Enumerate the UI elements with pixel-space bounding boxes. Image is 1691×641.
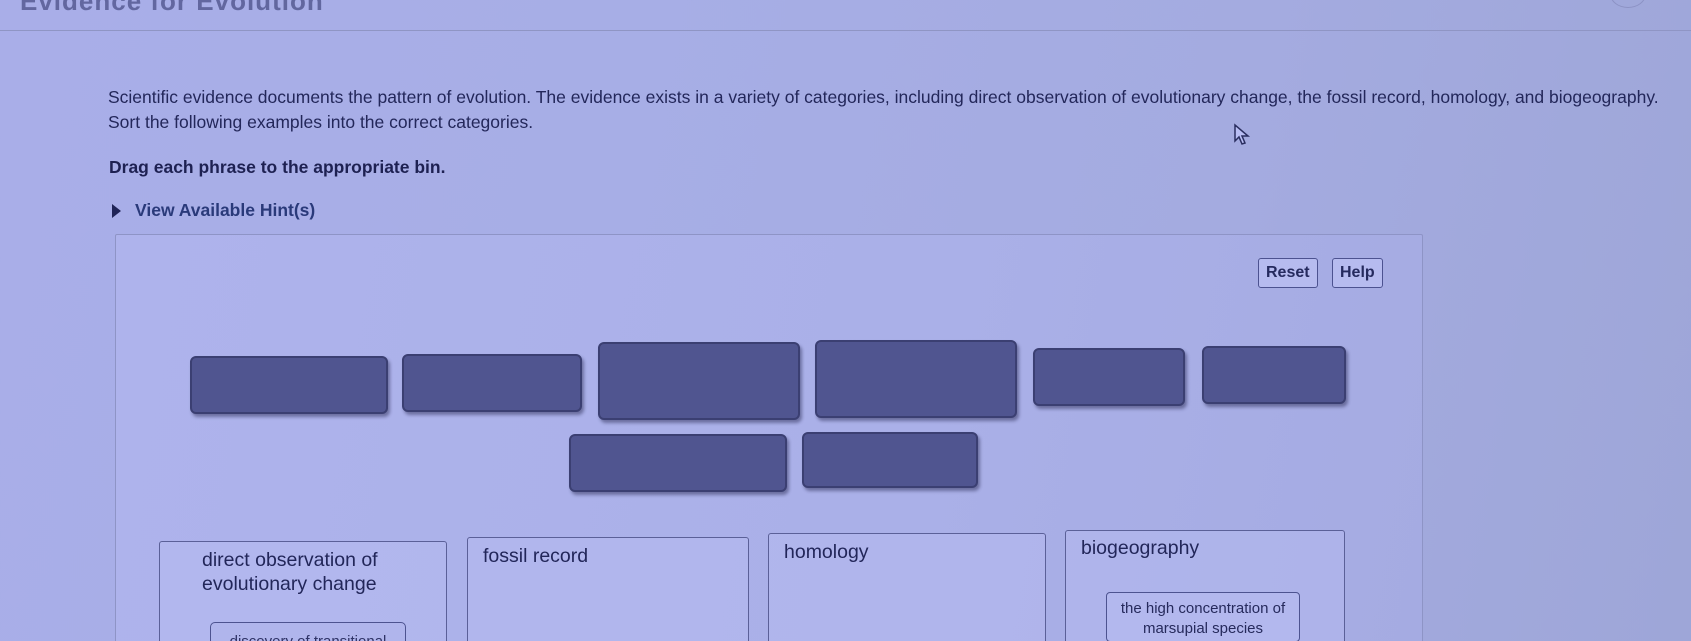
header-divider (0, 30, 1691, 31)
question-text: Scientific evidence documents the patter… (108, 87, 1659, 132)
bin-biogeography-label: biogeography (1081, 537, 1200, 559)
bin-homology-label: homology (784, 541, 869, 563)
answer-tile[interactable] (815, 340, 1017, 418)
answer-tile[interactable] (1202, 346, 1346, 404)
expand-triangle-icon (112, 203, 121, 218)
pointer-cursor-icon (1234, 123, 1251, 145)
view-hints-link[interactable]: View Available Hint(s) (112, 200, 315, 221)
view-hints-label: View Available Hint(s) (135, 200, 316, 220)
page-title: Evidence for Evolution (20, 0, 324, 16)
close-icon[interactable] (1610, 0, 1646, 8)
instruction-text: Drag each phrase to the appropriate bin. (109, 157, 446, 177)
answer-tile[interactable] (190, 356, 388, 414)
answer-tile[interactable] (569, 434, 787, 492)
reset-button[interactable]: Reset (1258, 258, 1318, 288)
help-button[interactable]: Help (1332, 258, 1383, 288)
answer-tile[interactable] (1033, 348, 1185, 406)
answer-tile[interactable] (402, 354, 582, 412)
bin-fossil-record-label: fossil record (483, 545, 589, 567)
placed-item-biogeography[interactable]: the high concentration of marsupial spec… (1106, 592, 1300, 641)
placed-item-direct-observation[interactable]: discovery of transitional (210, 622, 406, 641)
answer-tile[interactable] (598, 342, 800, 420)
answer-tile[interactable] (802, 432, 978, 488)
bin-direct-observation-label: direct observation of evolutionary chang… (202, 549, 378, 595)
